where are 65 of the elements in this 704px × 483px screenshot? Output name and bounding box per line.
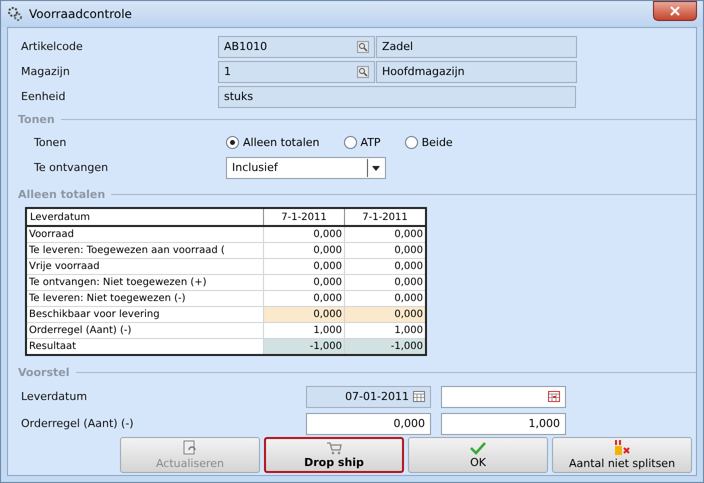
table-cell: Te ontvangen: Niet toegewezen (+) xyxy=(26,274,264,290)
number-field[interactable]: 1,000 xyxy=(441,412,566,434)
table-cell: -1,000 xyxy=(344,338,426,355)
table-cell: 0,000 xyxy=(264,226,344,242)
radio-option[interactable]: Alleen totalen xyxy=(226,136,320,149)
gears-icon xyxy=(7,6,23,22)
table-cell: 0,000 xyxy=(344,274,426,290)
field-label: Tonen xyxy=(34,136,68,149)
description-field: Zadel xyxy=(376,36,577,58)
dialog-button[interactable]: OK xyxy=(408,437,548,473)
dialog-button[interactable]: Drop ship xyxy=(264,437,404,473)
table-cell: Vrije voorraad xyxy=(26,258,264,274)
section-heading: Tonen xyxy=(18,113,55,126)
search-icon[interactable] xyxy=(357,40,369,52)
table-cell: 1,000 xyxy=(344,322,426,338)
description-field: Hoofdmagazijn xyxy=(376,60,577,82)
close-icon xyxy=(670,6,680,16)
table-cell: 0,000 xyxy=(344,306,426,322)
field-label: Eenheid xyxy=(21,90,66,103)
table-cell: Te leveren: Toegewezen aan voorraad ( xyxy=(26,242,264,258)
column-header: Leverdatum xyxy=(26,208,264,226)
table-cell: 0,000 xyxy=(264,242,344,258)
date-field[interactable] xyxy=(441,386,566,408)
dialog-button[interactable]: Aantal niet splitsen xyxy=(552,437,692,473)
number-field[interactable]: 0,000 xyxy=(306,412,431,434)
window-title: Voorraadcontrole xyxy=(29,7,133,21)
read-only-field[interactable]: 1 xyxy=(218,60,375,82)
section-heading: Alleen totalen xyxy=(18,188,106,201)
read-only-field[interactable]: AB1010 xyxy=(218,36,375,58)
table-cell: 0,000 xyxy=(264,306,344,322)
date-field[interactable]: 07-01-2011 xyxy=(306,386,431,408)
table-cell: Beschikbaar voor levering xyxy=(26,306,264,322)
table-cell: 0,000 xyxy=(264,290,344,306)
table-cell: 1,000 xyxy=(264,322,344,338)
column-header: 7-1-2011 xyxy=(264,208,344,226)
table-cell: Voorraad xyxy=(26,226,264,242)
field-label: Te ontvangen xyxy=(34,161,110,174)
section-heading: Voorstel xyxy=(18,366,70,379)
table-cell: Resultaat xyxy=(26,338,264,355)
column-header: 7-1-2011 xyxy=(344,208,426,226)
radio-option[interactable]: Beide xyxy=(404,136,453,149)
table-cell: 0,000 xyxy=(264,258,344,274)
field-label: Artikelcode xyxy=(21,40,84,53)
table-cell: 0,000 xyxy=(344,226,426,242)
read-only-field[interactable]: stuks xyxy=(218,86,576,108)
dropdown[interactable]: Inclusief xyxy=(226,156,386,178)
coins-cross-icon xyxy=(613,440,632,456)
calendar-icon[interactable] xyxy=(548,391,560,402)
cart-icon xyxy=(326,441,342,455)
close-button[interactable] xyxy=(653,1,697,21)
table-cell: 0,000 xyxy=(344,290,426,306)
table-cell: -1,000 xyxy=(264,338,344,355)
table-cell: 0,000 xyxy=(344,258,426,274)
table-cell: Orderregel (Aant) (-) xyxy=(26,322,264,338)
field-label: Orderregel (Aant) (-) xyxy=(21,417,135,430)
check-icon xyxy=(470,441,486,455)
document-refresh-icon xyxy=(183,440,197,456)
calendar-icon[interactable] xyxy=(413,391,425,402)
table-cell: 0,000 xyxy=(344,242,426,258)
field-label: Magazijn xyxy=(21,65,71,78)
field-label: Leverdatum xyxy=(21,390,88,403)
search-icon[interactable] xyxy=(357,66,369,78)
table-cell: 0,000 xyxy=(264,274,344,290)
table-cell: Te leveren: Niet toegewezen (-) xyxy=(26,290,264,306)
radio-option[interactable]: ATP xyxy=(344,136,381,149)
